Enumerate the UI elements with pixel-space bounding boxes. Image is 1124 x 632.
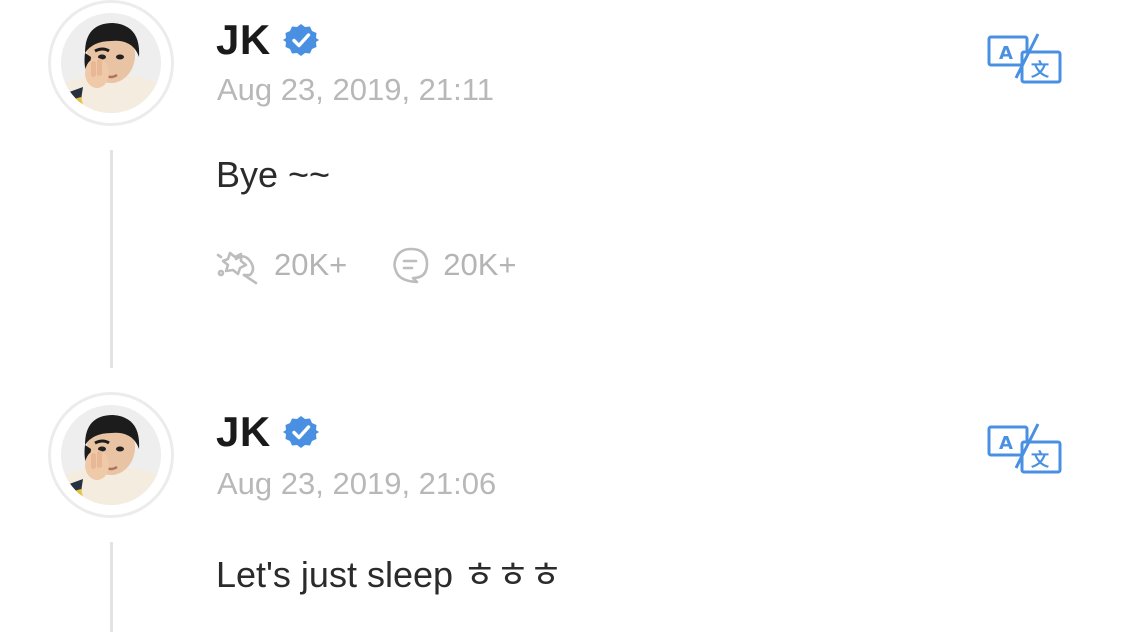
post-text: Bye ~~ (216, 154, 331, 195)
avatar[interactable] (48, 392, 174, 518)
author-row: JK (216, 406, 319, 458)
comment-bubble-icon (393, 247, 429, 284)
thread-line (110, 542, 113, 632)
avatar-image (61, 405, 161, 505)
cheer-count: 20K+ (274, 247, 348, 282)
svg-text:A: A (999, 43, 1013, 64)
svg-text:文: 文 (1031, 59, 1050, 81)
thread-line (110, 150, 113, 368)
verified-badge-icon (282, 22, 319, 58)
author-name[interactable]: JK (216, 16, 271, 64)
post-actions: 20K+ 20K+ (216, 242, 561, 288)
translate-icon: A 文 (987, 423, 1062, 474)
cheer-button[interactable]: 20K+ (216, 245, 347, 285)
avatar-image (61, 13, 161, 113)
post-timestamp: Aug 23, 2019, 21:06 (217, 466, 497, 501)
author-name[interactable]: JK (216, 408, 271, 456)
post-timestamp: Aug 23, 2019, 21:11 (217, 72, 494, 107)
translate-button[interactable]: A 文 (986, 422, 1062, 478)
translate-icon: A 文 (987, 33, 1062, 84)
post-item: JK Aug 23, 2019, 21:06 A 文 Let's just sl… (0, 392, 1124, 632)
post-text: Let's just sleep ㅎㅎㅎ (216, 554, 563, 595)
translate-button[interactable]: A 文 (986, 32, 1062, 88)
verified-badge-icon (282, 414, 319, 450)
svg-text:文: 文 (1031, 449, 1050, 471)
post-feed: JK Aug 23, 2019, 21:11 A 文 Bye ~~ 20K+ 2… (0, 0, 1124, 632)
author-row: JK (216, 14, 319, 66)
post-item: JK Aug 23, 2019, 21:11 A 文 Bye ~~ 20K+ 2… (0, 0, 1124, 392)
comment-count: 20K+ (443, 247, 517, 282)
svg-text:A: A (999, 433, 1013, 454)
cheer-icon (216, 251, 258, 285)
avatar[interactable] (48, 0, 174, 126)
comment-button[interactable]: 20K+ (391, 245, 517, 285)
